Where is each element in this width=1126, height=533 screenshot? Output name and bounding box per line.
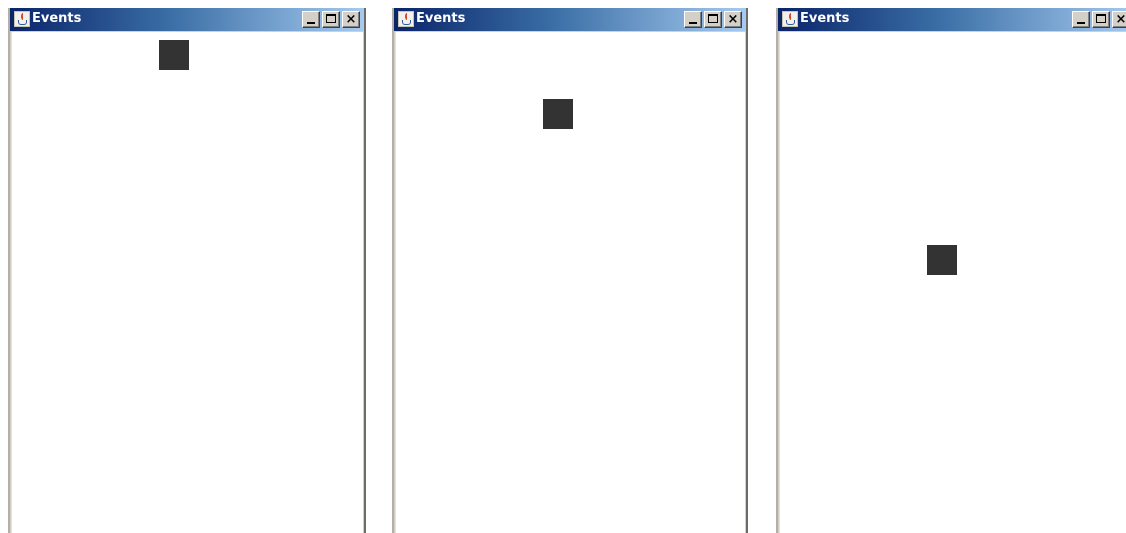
window-titlebar[interactable]: Events × — [778, 8, 1126, 31]
close-icon: × — [345, 12, 357, 27]
events-window-2: Events × — [392, 8, 748, 533]
maximize-icon — [326, 14, 336, 23]
java-cup-mark — [402, 20, 411, 25]
minimize-icon — [1077, 22, 1085, 24]
drawing-canvas[interactable] — [11, 32, 363, 533]
maximize-button[interactable] — [1092, 11, 1110, 28]
java-cup-icon[interactable] — [14, 11, 30, 27]
close-icon: × — [727, 12, 739, 27]
minimize-button[interactable] — [1072, 11, 1090, 28]
maximize-button[interactable] — [322, 11, 340, 28]
maximize-button[interactable] — [704, 11, 722, 28]
minimize-button[interactable] — [684, 11, 702, 28]
drawing-canvas[interactable] — [779, 32, 1126, 533]
window-titlebar[interactable]: Events × — [10, 8, 364, 31]
java-steam-mark — [405, 13, 409, 20]
java-cup-icon[interactable] — [782, 11, 798, 27]
close-button[interactable]: × — [724, 11, 742, 28]
java-cup-mark — [786, 20, 795, 25]
window-title: Events — [800, 11, 850, 26]
maximize-icon — [1096, 14, 1106, 23]
close-button[interactable]: × — [1112, 11, 1126, 28]
window-title: Events — [32, 11, 82, 26]
java-cup-icon[interactable] — [398, 11, 414, 27]
java-steam-mark — [21, 13, 25, 20]
close-icon: × — [1115, 12, 1126, 27]
java-cup-mark — [18, 20, 27, 25]
moving-square — [927, 245, 957, 275]
minimize-button[interactable] — [302, 11, 320, 28]
screenshot-stage: Events × Events × Events × — [0, 0, 1126, 533]
minimize-icon — [307, 22, 315, 24]
minimize-icon — [689, 22, 697, 24]
maximize-icon — [708, 14, 718, 23]
moving-square — [543, 99, 573, 129]
events-window-1: Events × — [8, 8, 366, 533]
window-titlebar[interactable]: Events × — [394, 8, 746, 31]
window-title: Events — [416, 11, 466, 26]
close-button[interactable]: × — [342, 11, 360, 28]
drawing-canvas[interactable] — [395, 32, 745, 533]
moving-square — [159, 40, 189, 70]
java-steam-mark — [789, 13, 793, 20]
events-window-3: Events × — [776, 8, 1126, 533]
